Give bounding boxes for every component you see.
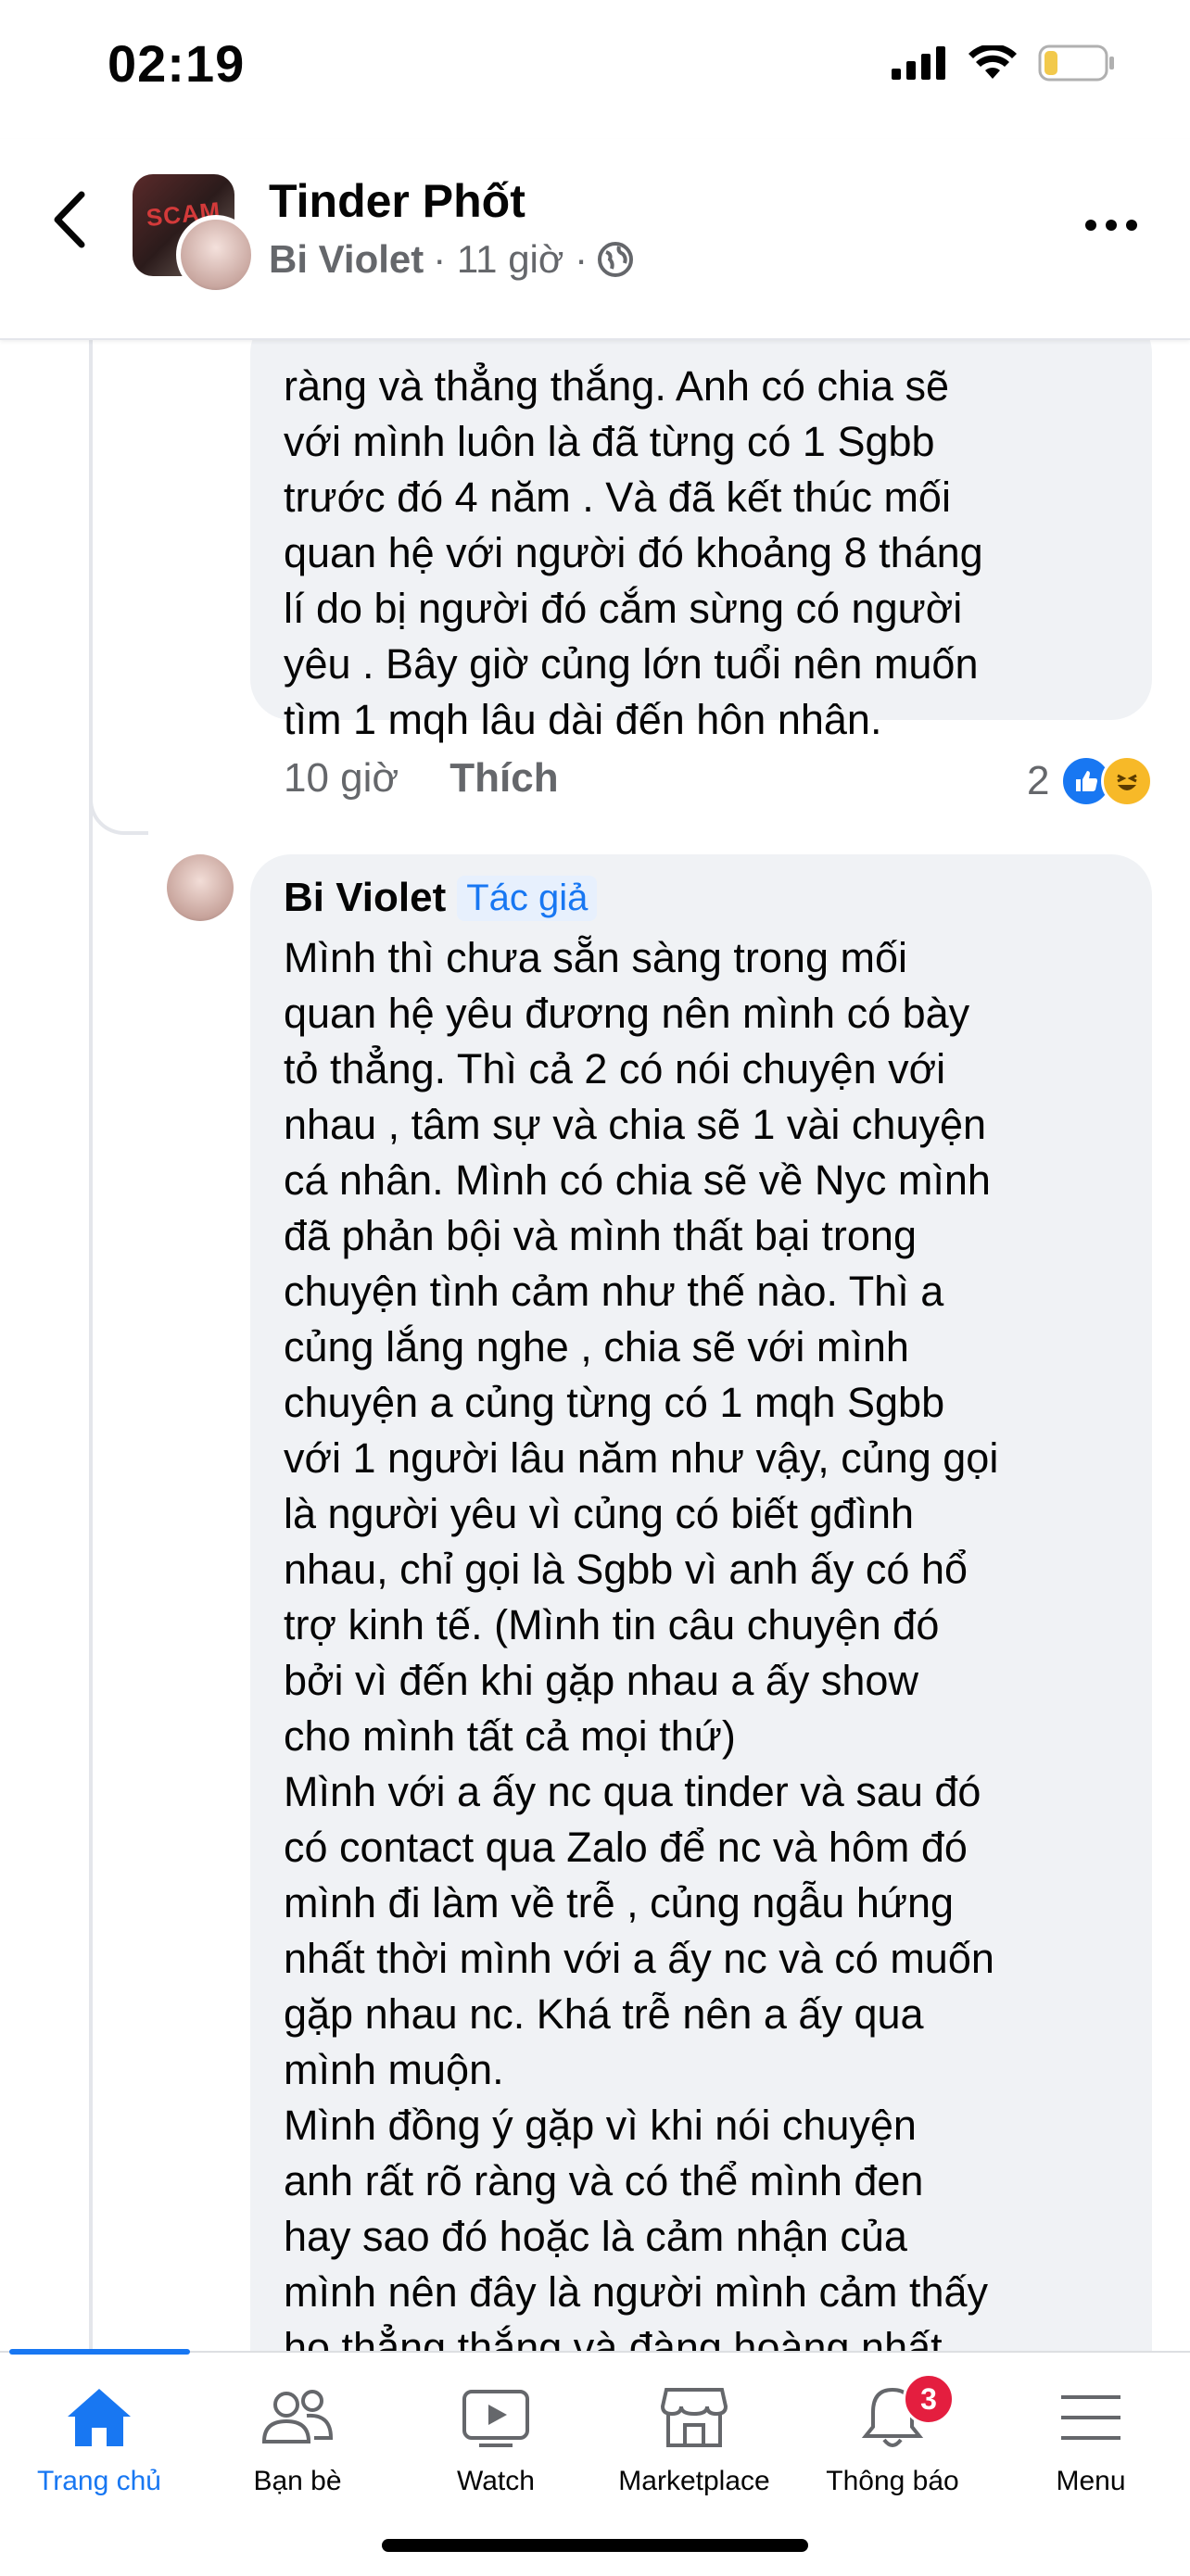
more-options-icon[interactable] bbox=[1083, 211, 1139, 239]
comments-area[interactable]: ràng và thẳng thắng. Anh có chia sẽ với … bbox=[0, 340, 1190, 2351]
notification-badge: 3 bbox=[903, 2373, 955, 2425]
nav-label: Thông báo bbox=[826, 2466, 959, 2496]
comment-bubble[interactable]: ràng và thẳng thắng. Anh có chia sẽ với … bbox=[250, 340, 1152, 743]
nav-label: Trang chủ bbox=[37, 2466, 161, 2496]
reaction-summary[interactable]: 2 bbox=[1027, 755, 1154, 807]
nav-friends[interactable]: Bạn bè bbox=[198, 2380, 397, 2497]
status-bar: 02:19 bbox=[0, 0, 1190, 139]
nav-label: Watch bbox=[457, 2466, 535, 2496]
menu-icon bbox=[1061, 2395, 1120, 2440]
reaction-count: 2 bbox=[1027, 758, 1050, 803]
home-icon bbox=[68, 2389, 131, 2446]
post-time: · 11 giờ · bbox=[433, 237, 589, 281]
friends-icon bbox=[261, 2390, 334, 2443]
battery-icon bbox=[1038, 44, 1114, 82]
home-indicator[interactable] bbox=[382, 2539, 808, 2552]
comment-text: ràng và thẳng thắng. Anh có chia sẽ với … bbox=[284, 362, 983, 743]
nav-watch[interactable]: Watch bbox=[397, 2380, 595, 2497]
author-badge: Tác giả bbox=[457, 875, 598, 921]
haha-reaction-icon bbox=[1101, 755, 1154, 807]
reply-author-row: Bi Violet Tác giả bbox=[284, 875, 598, 921]
like-button[interactable]: Thích bbox=[449, 755, 558, 802]
nav-marketplace[interactable]: Marketplace bbox=[595, 2380, 793, 2497]
marketplace-icon bbox=[660, 2388, 728, 2447]
nav-notifications[interactable]: 3 Thông báo bbox=[793, 2373, 992, 2497]
cellular-signal-icon bbox=[892, 46, 945, 80]
reply-avatar[interactable] bbox=[167, 854, 234, 921]
wifi-icon bbox=[968, 45, 1017, 79]
reply-text: Mình thì chưa sẵn sàng trong mối quan hệ… bbox=[284, 934, 999, 2351]
post-header: SCAM Tinder Phốt Bi Violet · 11 giờ · bbox=[0, 139, 1190, 340]
poster-name[interactable]: Bi Violet bbox=[269, 237, 424, 282]
status-time: 02:19 bbox=[108, 34, 246, 93]
post-subtitle: Bi Violet · 11 giờ · bbox=[269, 237, 634, 282]
nav-menu[interactable]: Menu bbox=[992, 2380, 1190, 2497]
back-arrow-icon[interactable] bbox=[46, 187, 93, 252]
reply-author-name[interactable]: Bi Violet bbox=[284, 875, 446, 921]
nav-label: Bạn bè bbox=[253, 2466, 342, 2496]
nav-home[interactable]: Trang chủ bbox=[0, 2380, 198, 2497]
globe-icon bbox=[598, 242, 634, 277]
comment-time: 10 giờ bbox=[284, 755, 399, 801]
thread-line bbox=[89, 340, 93, 2351]
status-icons bbox=[892, 44, 1116, 82]
poster-avatar[interactable] bbox=[176, 215, 256, 295]
thread-connector bbox=[89, 785, 148, 835]
nav-label: Menu bbox=[1056, 2466, 1126, 2496]
comment-actions: 10 giờ Thích bbox=[284, 755, 559, 802]
group-name[interactable]: Tinder Phốt bbox=[269, 174, 525, 228]
active-tab-indicator bbox=[9, 2349, 190, 2355]
reply-bubble[interactable]: Bi Violet Tác giả Mình thì chưa sẵn sàng… bbox=[250, 854, 1152, 2351]
nav-label: Marketplace bbox=[618, 2466, 770, 2496]
watch-icon bbox=[462, 2390, 529, 2447]
